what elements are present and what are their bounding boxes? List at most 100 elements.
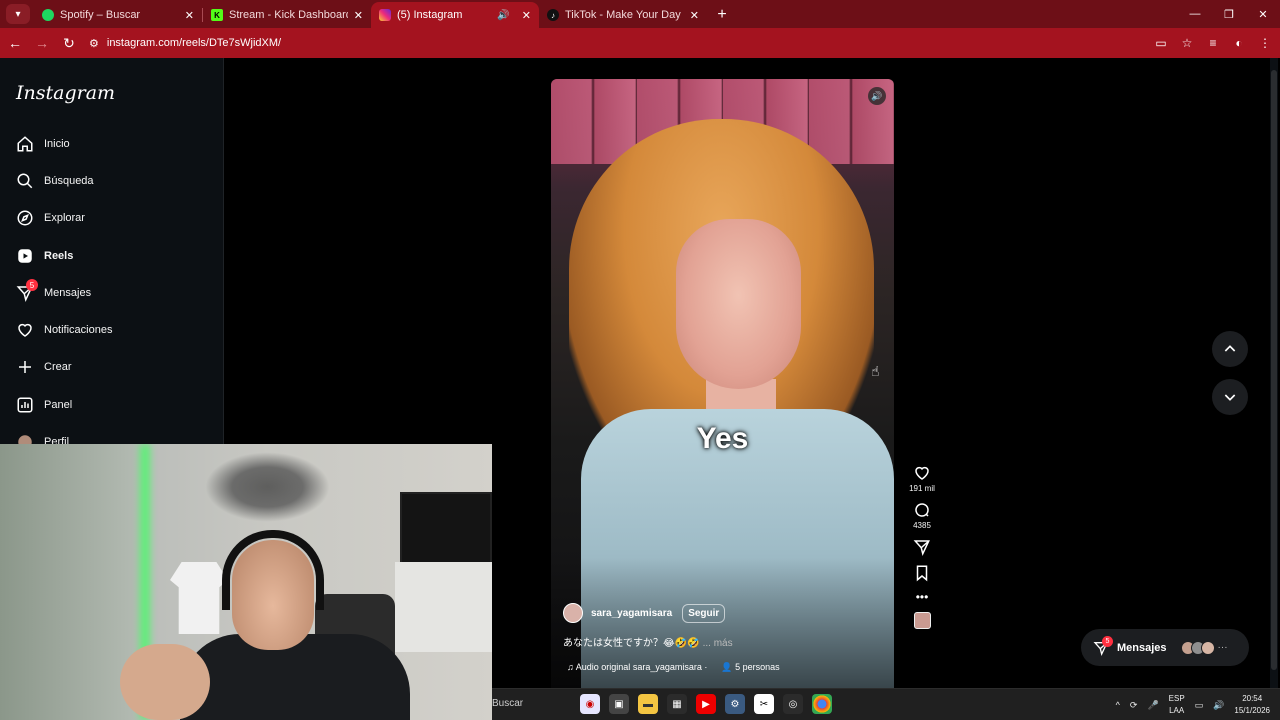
sidebar-item-notificaciones[interactable]: Notificaciones <box>12 311 212 348</box>
youtube-icon[interactable]: ▶ <box>696 694 716 714</box>
tab-spotify[interactable]: Spotify – Buscar ✕ <box>34 2 202 28</box>
close-icon[interactable]: ✕ <box>185 9 194 22</box>
taskbar-apps: ◉ ▣ ▬ ▦ ▶ ⚙ ✂ ◎ <box>580 694 832 714</box>
webcam-headset <box>222 530 324 610</box>
site-info-icon[interactable]: ⚙ <box>89 37 99 50</box>
forward-icon[interactable]: → <box>30 31 54 55</box>
messages-floating-button[interactable]: 5 Mensajes ··· <box>1081 629 1249 666</box>
hand-cursor-icon: ☝ <box>871 363 880 379</box>
webcam-shelf <box>395 562 492 652</box>
taskbar-search[interactable]: Buscar <box>492 698 523 709</box>
speaker-icon[interactable]: 🔊 <box>497 10 509 21</box>
capcut-icon[interactable]: ✂ <box>754 694 774 714</box>
sidebar-item-mensajes[interactable]: 5 Mensajes <box>12 274 212 311</box>
settings-icon[interactable]: ⚙ <box>725 694 745 714</box>
compass-icon <box>17 210 33 226</box>
save-action[interactable] <box>904 564 940 582</box>
reel-video[interactable]: 🔊 Yes sara_yagamisara Seguir あなたは女性ですか？😂… <box>551 79 894 688</box>
profile-avatar-icon[interactable]: ◐ <box>1230 31 1248 55</box>
chrome-icon[interactable] <box>812 694 832 714</box>
tray-overflow-icon[interactable]: ^ <box>1116 700 1120 710</box>
people-label: 5 personas <box>735 662 780 672</box>
close-icon[interactable]: ✕ <box>354 9 363 22</box>
search-icon <box>17 173 33 189</box>
bookmark-star-icon[interactable]: ☆ <box>1178 31 1196 55</box>
reel-audio-row: ♫ Audio original sara_yagamisara · 👤 5 p… <box>567 662 780 673</box>
back-icon[interactable]: ← <box>3 31 27 55</box>
sidebar-item-panel[interactable]: Panel <box>12 386 212 423</box>
tab-tiktok[interactable]: ♪ TikTok - Make Your Day ✕ <box>539 2 707 28</box>
close-window-icon[interactable]: ✕ <box>1246 0 1280 28</box>
avatar-stack <box>1180 640 1215 655</box>
audio-label: Audio original <box>575 662 631 672</box>
webcam-overlay <box>0 444 492 720</box>
close-icon[interactable]: ✕ <box>522 9 531 22</box>
browser-toolbar: ← → ↻ ⚙ instagram.com/reels/DTe7sWjidXM/… <box>0 28 1280 58</box>
minimize-icon[interactable]: — <box>1178 0 1212 28</box>
display-icon[interactable]: ▭ <box>1195 700 1204 711</box>
comment-action[interactable]: 4385 <box>904 501 940 530</box>
username-link[interactable]: sara_yagamisara <box>591 608 672 619</box>
collab-people[interactable]: 👤 5 personas <box>721 662 779 673</box>
language-indicator[interactable]: ESP LAA <box>1169 693 1185 717</box>
audio-link[interactable]: ♫ Audio original sara_yagamisara · <box>567 662 707 673</box>
address-bar[interactable]: ⚙ instagram.com/reels/DTe7sWjidXM/ <box>89 32 1139 54</box>
scrollbar-thumb[interactable] <box>1271 70 1277 670</box>
task-view-icon[interactable]: ▣ <box>609 694 629 714</box>
sidebar-item-reels[interactable]: Reels <box>12 237 212 274</box>
next-reel-button[interactable] <box>1212 379 1248 415</box>
volume-icon[interactable]: 🔊 <box>1213 700 1224 711</box>
tab-search-button[interactable]: ▾ <box>6 4 30 24</box>
webcam-monitor <box>400 492 492 564</box>
reel-actions: 191 mil 4385 ••• <box>904 464 940 629</box>
bookmark-icon <box>916 565 928 582</box>
sidebar-item-crear[interactable]: Crear <box>12 349 212 386</box>
spotify-icon <box>42 9 54 21</box>
mic-icon[interactable]: 🎤 <box>1147 700 1158 711</box>
share-action[interactable] <box>904 538 940 556</box>
page-scrollbar[interactable] <box>1270 58 1278 688</box>
volume-icon[interactable]: 🔊 <box>868 87 886 105</box>
avatar[interactable] <box>563 603 583 623</box>
description-text: あなたは女性ですか？😂🤣🤣 <box>563 638 700 649</box>
tab-kick[interactable]: K Stream - Kick Dashboard ✕ <box>203 2 371 28</box>
taskbar-clock[interactable]: 20:54 15/1/2026 <box>1234 693 1270 717</box>
file-explorer-icon[interactable]: ▬ <box>638 694 658 714</box>
messages-label: Mensajes <box>1117 641 1167 654</box>
like-count: 191 mil <box>909 484 935 493</box>
store-icon[interactable]: ▦ <box>667 694 687 714</box>
more-options-icon[interactable]: ••• <box>904 590 940 604</box>
obs-icon[interactable]: ◎ <box>783 694 803 714</box>
sidebar-item-busqueda[interactable]: Búsqueda <box>12 162 212 199</box>
widgets-icon[interactable]: ◉ <box>580 694 600 714</box>
sidebar-item-inicio[interactable]: Inicio <box>12 125 212 162</box>
reel-description: あなたは女性ですか？😂🤣🤣... más <box>563 634 733 649</box>
video-subject-face <box>676 219 801 389</box>
dashboard-icon <box>17 397 33 413</box>
reload-icon[interactable]: ↻ <box>57 31 81 55</box>
sync-icon[interactable]: ⟳ <box>1130 700 1138 711</box>
sidebar-item-label: Mensajes <box>44 286 92 299</box>
menu-icon[interactable]: ⋮ <box>1256 31 1274 55</box>
tab-instagram[interactable]: (5) Instagram 🔊 ✕ <box>371 2 539 28</box>
restore-icon[interactable]: ❐ <box>1212 0 1246 28</box>
window-controls: — ❐ ✕ <box>1178 0 1280 28</box>
new-tab-button[interactable]: + <box>711 4 733 26</box>
audio-thumbnail[interactable] <box>913 612 931 629</box>
more-link[interactable]: ... más <box>703 638 733 649</box>
cast-icon[interactable]: ▭ <box>1152 31 1170 55</box>
audio-user: sara_yagamisara · <box>632 662 708 672</box>
tab-title: TikTok - Make Your Day <box>565 9 681 21</box>
language-code: ESP <box>1168 694 1185 703</box>
sidebar-item-explorar[interactable]: Explorar <box>12 200 212 237</box>
previous-reel-button[interactable] <box>1212 331 1248 367</box>
webcam-streamer-hand <box>120 644 210 720</box>
follow-button[interactable]: Seguir <box>682 603 726 623</box>
close-icon[interactable]: ✕ <box>690 9 699 22</box>
instagram-logo[interactable]: Instagram <box>16 82 115 104</box>
like-action[interactable]: 191 mil <box>904 464 940 493</box>
webcam-wall-map <box>205 452 330 522</box>
clock-date: 15/1/2026 <box>1234 706 1270 715</box>
media-controls-icon[interactable]: ≡ <box>1204 31 1222 55</box>
chevron-down-icon <box>1224 394 1236 401</box>
